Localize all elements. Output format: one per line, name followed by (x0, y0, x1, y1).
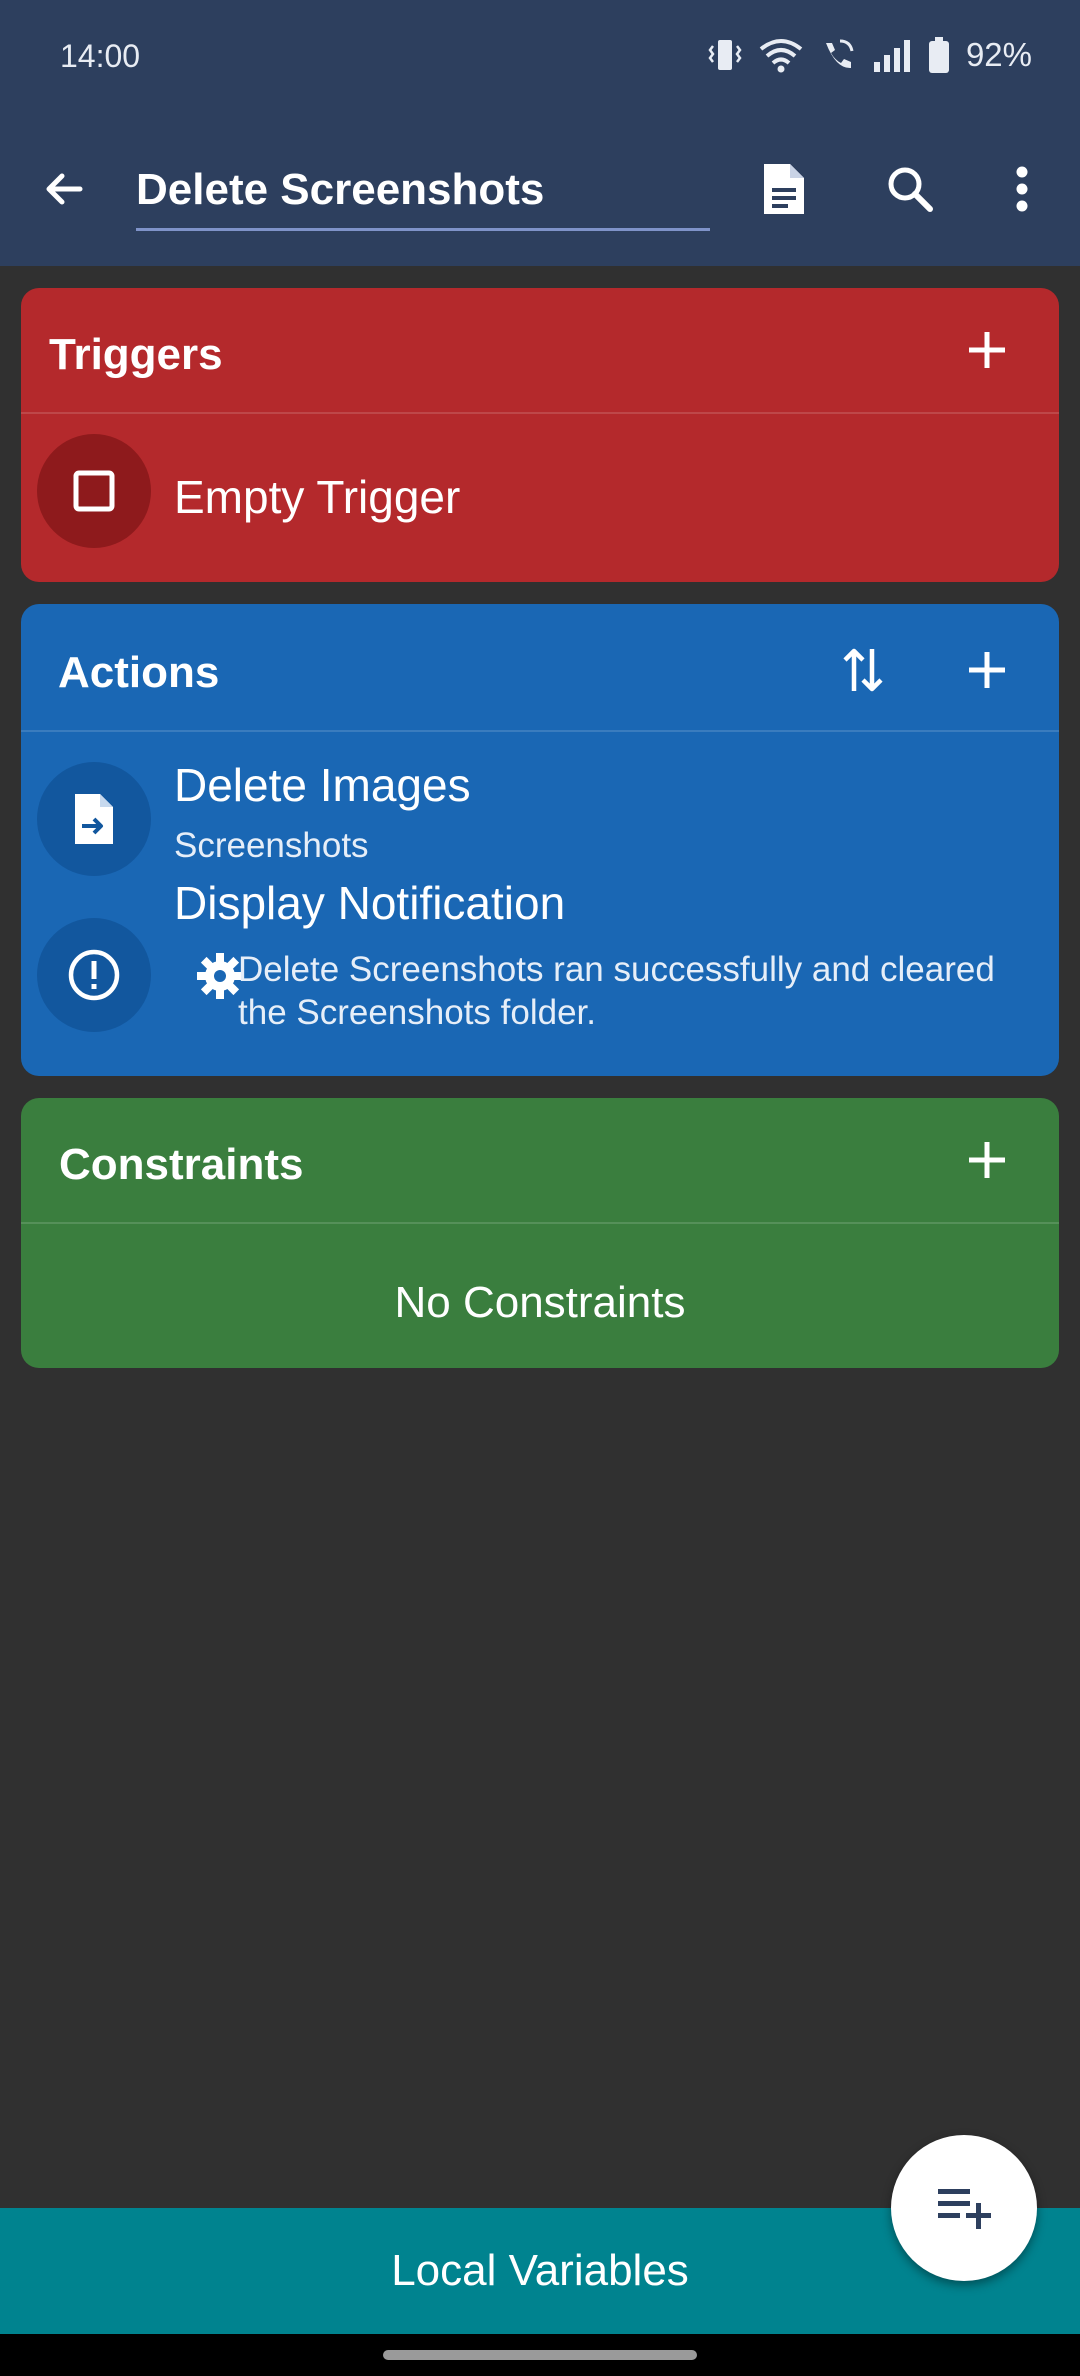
add-action-button[interactable] (959, 642, 1015, 698)
battery-percent: 92% (965, 36, 1032, 73)
triggers-card: Triggers Empty Trigger (21, 288, 1059, 582)
app-bar (0, 120, 1080, 266)
action-avatar-display-notification (37, 918, 151, 1032)
macro-name-input[interactable] (136, 160, 710, 220)
signal-icon (872, 38, 912, 72)
action-title: Delete Images (174, 759, 471, 811)
add-fab[interactable] (891, 2135, 1037, 2281)
wifi-icon (758, 37, 804, 73)
actions-header: Actions (21, 604, 1059, 732)
trigger-title: Empty Trigger (174, 471, 461, 523)
status-icons: 92% (708, 36, 1032, 74)
plus-icon (969, 652, 1005, 688)
search-button[interactable] (874, 153, 946, 225)
exclamation-circle-icon (68, 949, 120, 1001)
search-icon (888, 167, 933, 212)
document-button[interactable] (747, 153, 819, 225)
document-icon (764, 164, 804, 214)
no-constraints-text: No Constraints (394, 1278, 686, 1327)
actions-card: Actions Delete Images Screenshots Displa… (21, 604, 1059, 1076)
triggers-title: Triggers (49, 330, 223, 379)
reorder-actions-button[interactable] (835, 642, 891, 698)
constraints-title: Constraints (59, 1140, 304, 1189)
swap-vert-icon (843, 648, 883, 692)
playlist-add-icon (938, 2189, 991, 2229)
actions-title: Actions (58, 648, 220, 697)
more-vert-icon (1016, 166, 1028, 212)
checkbox-square-icon (73, 470, 115, 512)
macro-name-field[interactable] (136, 160, 710, 231)
gear-icon (196, 952, 244, 1005)
plus-icon (969, 332, 1005, 368)
plus-icon (969, 1142, 1005, 1178)
add-trigger-button[interactable] (959, 322, 1015, 378)
trigger-row-empty[interactable]: Empty Trigger (21, 414, 1059, 582)
action-row-delete-images[interactable]: Delete Images Screenshots (21, 732, 1059, 882)
action-subtitle: Delete Screenshots ran successfully and … (238, 950, 995, 1032)
constraints-card: Constraints No Constraints (21, 1098, 1059, 1368)
add-constraint-button[interactable] (959, 1132, 1015, 1188)
action-row-display-notification[interactable]: Display Notification Delete Screenshots … (21, 877, 1059, 1072)
home-gesture-handle[interactable] (383, 2350, 697, 2360)
back-button[interactable] (28, 153, 100, 225)
action-subtitle: Screenshots (174, 826, 369, 865)
action-title: Display Notification (174, 877, 566, 929)
wifi-calling-icon (820, 37, 856, 73)
vibrate-icon (708, 36, 742, 74)
local-variables-label: Local Variables (391, 2246, 689, 2295)
status-bar: 14:00 92% (0, 0, 1080, 120)
constraints-header: Constraints (21, 1098, 1059, 1224)
file-move-icon (75, 794, 113, 844)
battery-icon (928, 37, 950, 73)
more-options-button[interactable] (986, 153, 1058, 225)
triggers-header: Triggers (21, 288, 1059, 414)
status-time: 14:00 (60, 38, 141, 74)
back-arrow-icon (46, 173, 83, 205)
trigger-avatar (37, 434, 151, 548)
navigation-bar (0, 2334, 1080, 2376)
action-avatar-delete-images (37, 762, 151, 876)
